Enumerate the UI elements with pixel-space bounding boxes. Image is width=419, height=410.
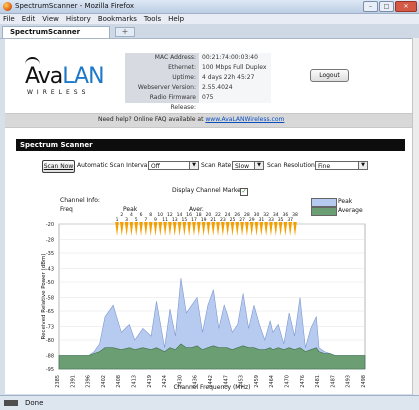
x-tick-label: 2402 [101, 375, 107, 388]
status-text: Done [25, 399, 44, 407]
channel-marker-label: 5 [135, 217, 138, 223]
new-tab-button[interactable]: + [115, 27, 135, 37]
status-bar: Done [0, 395, 419, 410]
channel-marker-label: 3 [125, 217, 128, 223]
y-tick-label: -88 [46, 353, 54, 359]
y-tick-label: -73 [46, 324, 54, 330]
menu-edit[interactable]: Edit [22, 14, 36, 24]
y-tick-label: -35 [46, 251, 54, 257]
window-controls: – □ ✕ [363, 1, 417, 12]
x-tick-label: 2419 [147, 375, 153, 388]
firefox-icon [3, 2, 12, 11]
menu-tools[interactable]: Tools [144, 14, 161, 24]
menu-bookmarks[interactable]: Bookmarks [98, 14, 137, 24]
vertical-scrollbar[interactable] [412, 38, 419, 395]
x-tick-label: 2487 [330, 375, 336, 388]
menu-history[interactable]: History [66, 14, 91, 24]
page-content: AvaLAN WIRELESS MAC Address: 00:21:74:00:… [5, 39, 412, 394]
tab-bar: SpectrumScanner + [0, 24, 419, 39]
channel-marker-label: 2 [120, 212, 123, 218]
window-title: SpectrumScanner - Mozilla Firefox [15, 2, 135, 10]
x-tick-label: 2498 [361, 375, 367, 388]
spectrum-chart: -20-28-35-43-50-58-65-73-80-88-952385 239… [41, 212, 367, 391]
channel-marker-label: 6 [140, 212, 143, 218]
channel-marker-label: 7 [144, 217, 147, 223]
menu-help[interactable]: Help [168, 14, 184, 24]
maximize-button[interactable]: □ [379, 1, 394, 12]
x-tick-label: 2459 [254, 375, 260, 388]
x-tick-label: 2391 [70, 375, 76, 388]
y-tick-label: -28 [46, 237, 54, 243]
y-tick-label: -95 [46, 367, 54, 373]
x-tick-label: 2413 [132, 375, 138, 388]
tab-spectrumscanner[interactable]: SpectrumScanner [2, 26, 110, 38]
channel-marker-label: 1 [116, 217, 119, 223]
channel-marker-label: 8 [149, 212, 152, 218]
window-titlebar: SpectrumScanner - Mozilla Firefox – □ ✕ [0, 0, 419, 14]
x-tick-label: 2408 [116, 375, 122, 388]
menu-view[interactable]: View [42, 14, 59, 24]
x-tick-label: 2470 [285, 375, 291, 388]
close-button[interactable]: ✕ [395, 1, 417, 12]
status-icon [4, 400, 18, 406]
y-tick-label: -58 [46, 295, 54, 301]
minimize-button[interactable]: – [363, 1, 378, 12]
x-tick-label: 2476 [300, 375, 306, 388]
menu-bar: File Edit View History Bookmarks Tools H… [0, 14, 419, 24]
y-axis-label: Received Relative Power (dBm) [41, 254, 47, 340]
y-tick-label: -65 [46, 309, 54, 315]
x-tick-label: 2385 [55, 375, 61, 388]
channel-marker-label: 38 [292, 212, 298, 218]
x-tick-label: 2481 [315, 375, 321, 388]
x-tick-label: 2464 [269, 375, 275, 388]
y-tick-label: -20 [46, 222, 54, 228]
channel-marker-label: 4 [130, 212, 133, 218]
menu-file[interactable]: File [3, 14, 15, 24]
x-tick-label: 2424 [162, 375, 168, 388]
x-tick-label: 2396 [86, 375, 92, 388]
y-tick-label: -80 [46, 338, 54, 344]
y-tick-label: -50 [46, 280, 54, 286]
y-tick-label: -43 [46, 266, 54, 272]
x-axis-label: Channel Frequency (MHz) [174, 384, 251, 391]
x-tick-label: 2493 [346, 375, 352, 388]
